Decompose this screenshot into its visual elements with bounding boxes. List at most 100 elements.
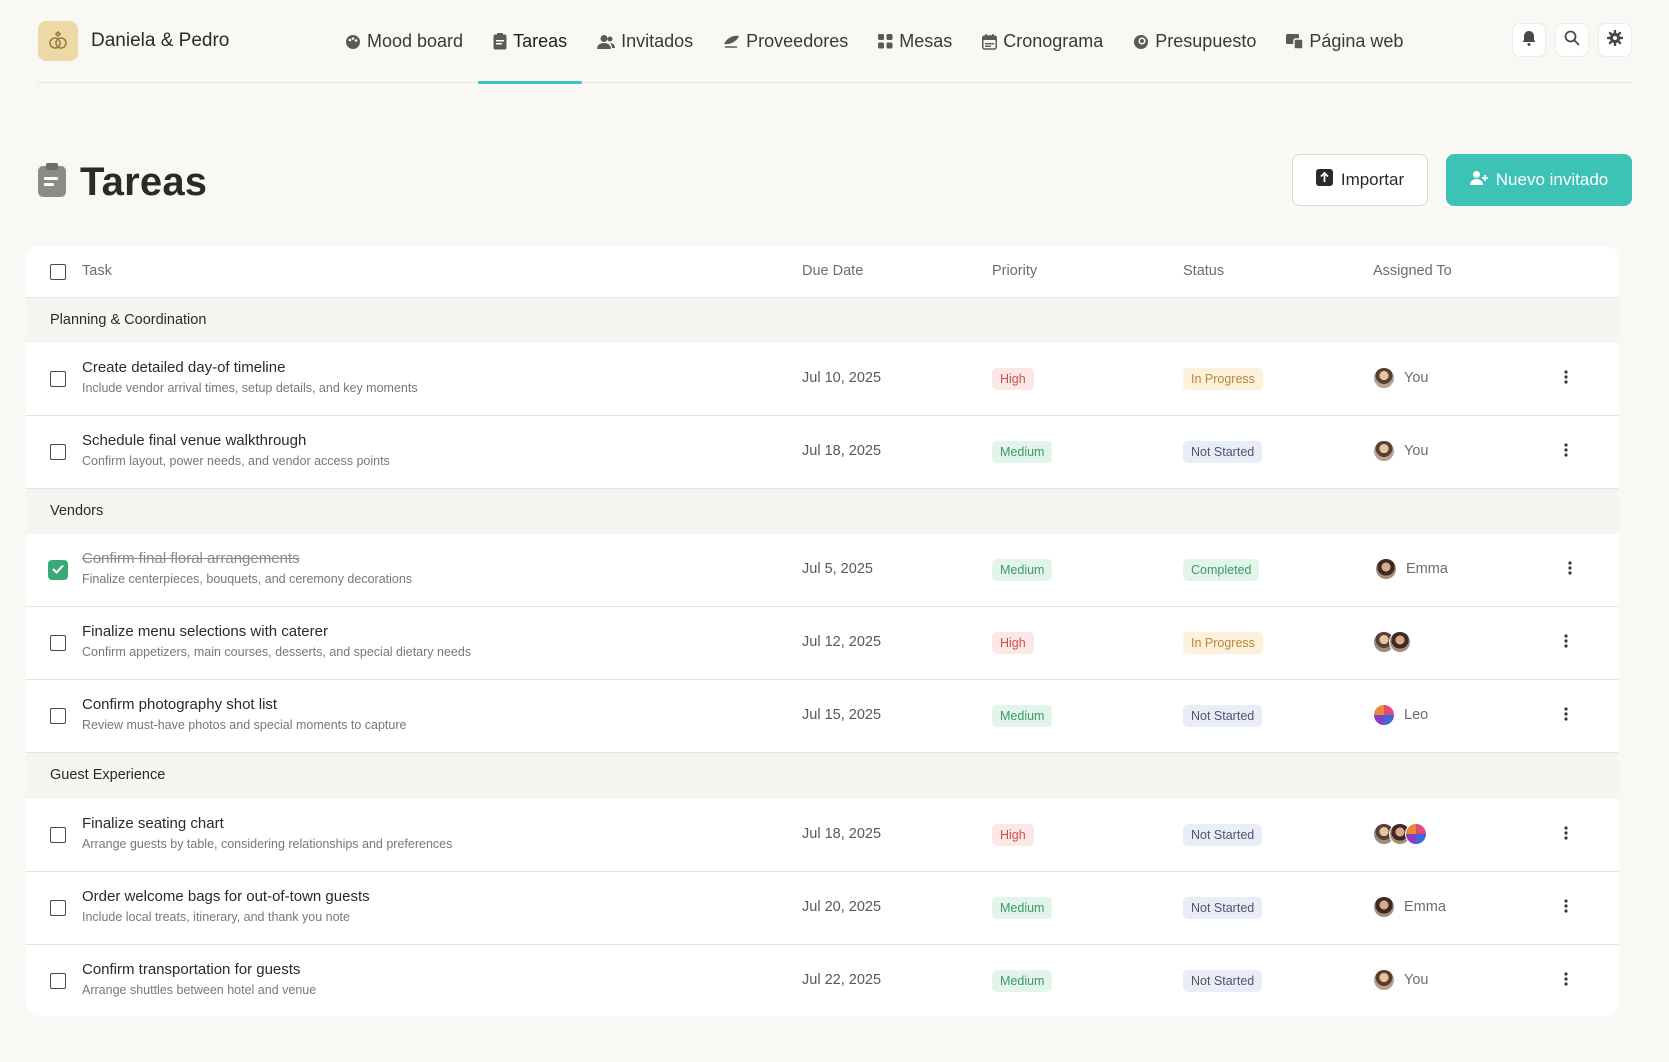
column-priority[interactable]: Priority: [992, 263, 1037, 279]
task-checkbox[interactable]: [50, 371, 66, 387]
table-header: Task Due Date Priority Status Assigned T…: [26, 246, 1619, 298]
vertical-dots-icon: [1564, 825, 1568, 845]
check-icon: [52, 561, 64, 579]
brand[interactable]: Daniela & Pedro: [38, 21, 229, 61]
assignee-name: Emma: [1404, 899, 1446, 915]
task-title: Confirm transportation for guests: [82, 961, 301, 978]
priority-badge: Medium: [992, 441, 1053, 463]
more-options-button[interactable]: [1556, 633, 1576, 653]
notifications-button[interactable]: [1512, 23, 1546, 57]
nav-label: Mesas: [899, 31, 953, 51]
task-checkbox[interactable]: [50, 708, 66, 724]
status-badge: Not Started: [1183, 441, 1263, 463]
assignee-name: You: [1404, 972, 1429, 988]
page-header: Tareas Importar Nuevo invitado: [38, 154, 1632, 206]
settings-button[interactable]: [1598, 23, 1632, 57]
due-date: Jul 15, 2025: [802, 707, 882, 723]
import-label: Importar: [1340, 170, 1405, 189]
vertical-dots-icon: [1564, 442, 1568, 462]
avatar: [1389, 631, 1411, 653]
status-badge: Completed: [1183, 559, 1260, 581]
vendor-icon: [723, 34, 740, 49]
task-description: Review must-have photos and special mome…: [82, 718, 407, 732]
assignee-group[interactable]: [1373, 823, 1427, 845]
assignee-group[interactable]: [1373, 631, 1411, 653]
top-navigation: Daniela & Pedro Mood board Tareas Invita…: [38, 0, 1632, 84]
assignee-name: Emma: [1406, 561, 1448, 577]
vertical-dots-icon: [1564, 633, 1568, 653]
assignee[interactable]: Emma: [1375, 558, 1448, 580]
task-title: Schedule final venue walkthrough: [82, 432, 307, 449]
nav-item-tareas[interactable]: Tareas: [478, 0, 583, 84]
page-title: Tareas: [80, 160, 208, 204]
avatar: [1375, 558, 1397, 580]
task-checkbox[interactable]: [50, 444, 66, 460]
nav-item-proveedores[interactable]: Proveedores: [708, 0, 863, 83]
section-label: Vendors: [50, 503, 104, 519]
table-row[interactable]: Confirm transportation for guests Arrang…: [26, 945, 1619, 1016]
assignee[interactable]: You: [1373, 440, 1428, 462]
vertical-dots-icon: [1564, 971, 1568, 991]
more-options-button[interactable]: [1556, 442, 1576, 462]
nav-label: Presupuesto: [1155, 31, 1257, 51]
task-checkbox[interactable]: [50, 900, 66, 916]
table-row[interactable]: Create detailed day-of timeline Include …: [26, 343, 1619, 416]
new-guest-label: Nuevo invitado: [1495, 170, 1609, 189]
table-row[interactable]: Confirm final floral arrangements Finali…: [26, 534, 1619, 607]
priority-badge: Medium: [992, 970, 1053, 992]
nav-item-pagina-web[interactable]: Página web: [1271, 0, 1418, 83]
task-checkbox[interactable]: [50, 973, 66, 989]
assignee[interactable]: Leo: [1373, 704, 1428, 726]
nav-label: Invitados: [621, 31, 694, 51]
more-options-button[interactable]: [1560, 560, 1580, 580]
task-description: Finalize centerpieces, bouquets, and cer…: [82, 572, 413, 586]
assignee[interactable]: You: [1373, 367, 1428, 389]
column-assigned-to[interactable]: Assigned To: [1373, 263, 1452, 279]
more-options-button[interactable]: [1556, 971, 1576, 991]
nav-label: Página web: [1309, 31, 1404, 51]
upload-icon: [1315, 169, 1333, 191]
more-options-button[interactable]: [1556, 898, 1576, 918]
due-date: Jul 18, 2025: [802, 443, 882, 459]
nav-item-mesas[interactable]: Mesas: [863, 0, 967, 83]
assignee[interactable]: Emma: [1373, 896, 1446, 918]
search-button[interactable]: [1555, 23, 1589, 57]
bell-icon: [1522, 30, 1536, 51]
coin-icon: [1133, 34, 1149, 50]
more-options-button[interactable]: [1556, 706, 1576, 726]
table-row[interactable]: Order welcome bags for out-of-town guest…: [26, 872, 1619, 945]
nav-item-cronograma[interactable]: Cronograma: [967, 0, 1118, 83]
title-wrap: Tareas: [38, 160, 207, 205]
table-row[interactable]: Finalize menu selections with caterer Co…: [26, 607, 1619, 680]
select-all-checkbox[interactable]: [50, 264, 66, 280]
task-checkbox[interactable]: [50, 827, 66, 843]
task-title: Confirm final floral arrangements: [82, 550, 300, 567]
more-options-button[interactable]: [1556, 369, 1576, 389]
nav-item-presupuesto[interactable]: Presupuesto: [1118, 0, 1271, 83]
assignee-name: You: [1404, 370, 1429, 386]
task-checkbox[interactable]: [48, 560, 68, 580]
column-task[interactable]: Task: [82, 263, 112, 279]
import-button[interactable]: Importar: [1292, 154, 1428, 206]
table-row[interactable]: Finalize seating chart Arrange guests by…: [26, 799, 1619, 872]
assignee[interactable]: You: [1373, 969, 1428, 991]
due-date: Jul 20, 2025: [802, 899, 882, 915]
more-options-button[interactable]: [1556, 825, 1576, 845]
gear-icon: [1606, 29, 1624, 51]
task-description: Include local treats, itinerary, and tha…: [82, 910, 350, 924]
avatar: [1373, 969, 1395, 991]
due-date: Jul 10, 2025: [802, 370, 882, 386]
due-date: Jul 12, 2025: [802, 634, 882, 650]
table-row[interactable]: Confirm photography shot list Review mus…: [26, 680, 1619, 753]
task-checkbox[interactable]: [50, 635, 66, 651]
column-due-date[interactable]: Due Date: [802, 263, 863, 279]
users-icon: [597, 34, 616, 50]
task-title: Finalize menu selections with caterer: [82, 623, 328, 640]
table-row[interactable]: Schedule final venue walkthrough Confirm…: [26, 416, 1619, 489]
column-status[interactable]: Status: [1183, 263, 1224, 279]
nav-item-invitados[interactable]: Invitados: [582, 0, 708, 83]
nav-item-mood-board[interactable]: Mood board: [330, 0, 478, 83]
status-badge: In Progress: [1183, 368, 1263, 390]
avatar: [1373, 367, 1395, 389]
new-guest-button[interactable]: Nuevo invitado: [1446, 154, 1632, 206]
